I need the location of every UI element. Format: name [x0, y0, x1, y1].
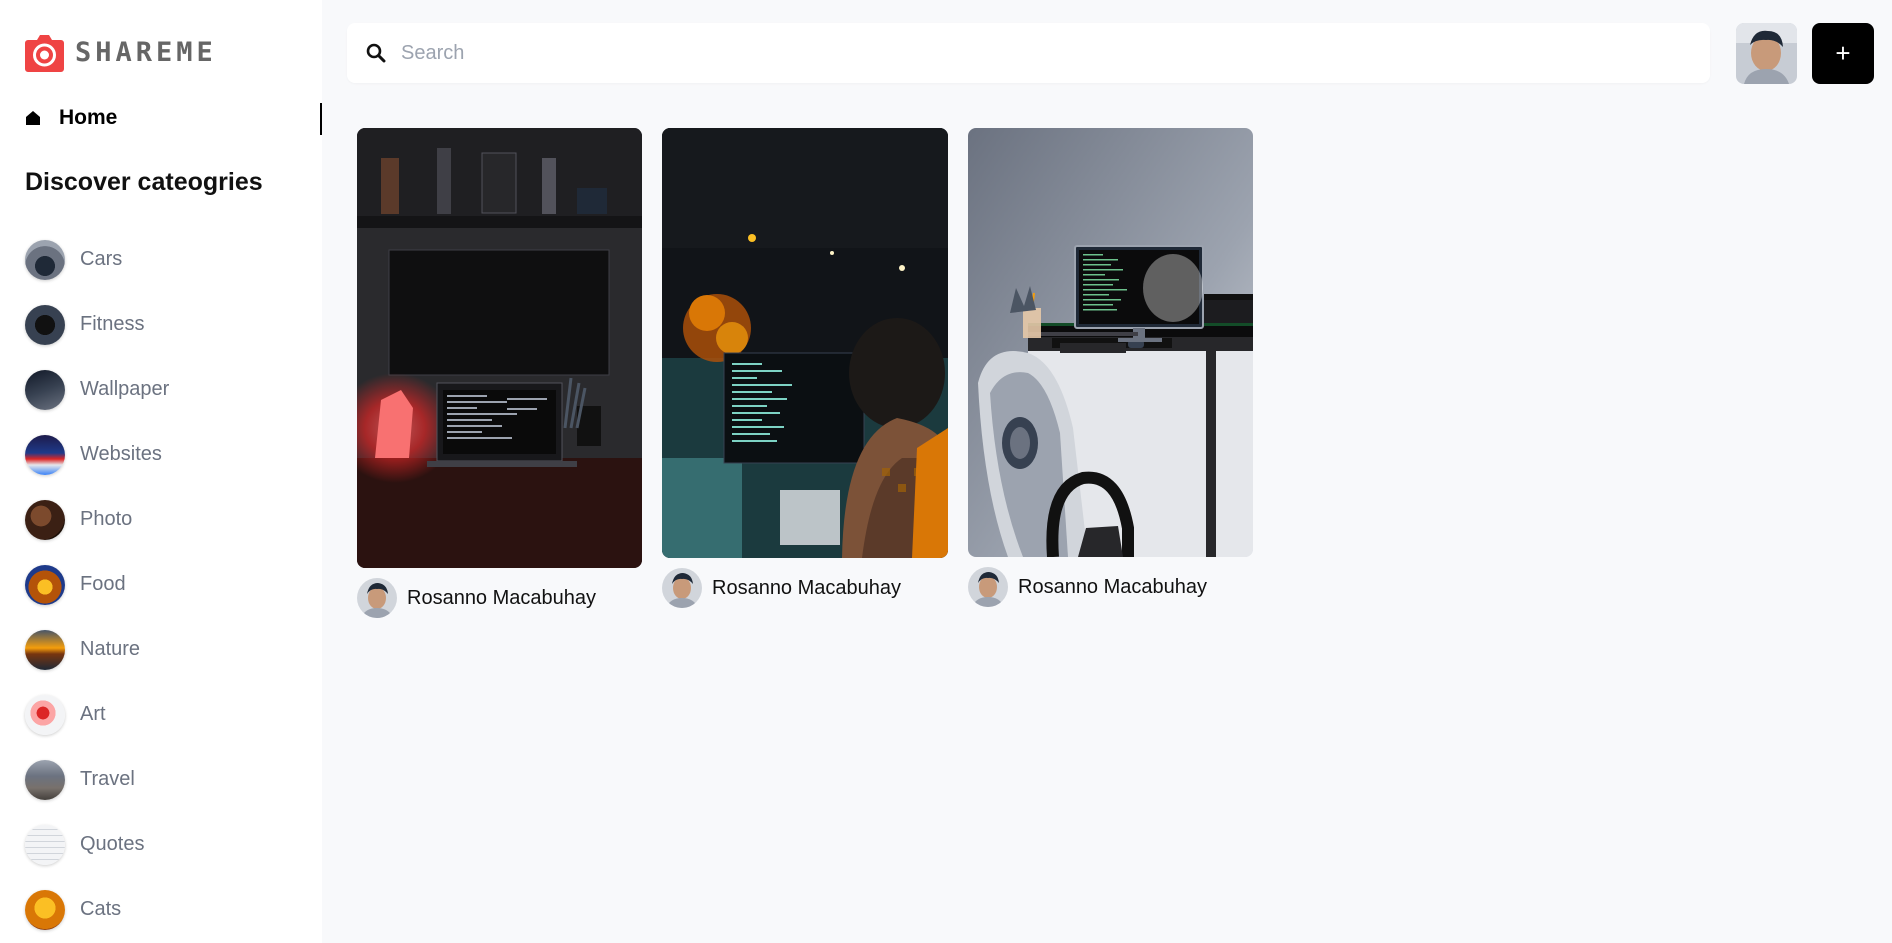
author-avatar — [357, 578, 397, 618]
home-icon — [24, 109, 42, 127]
category-thumbnail — [25, 239, 65, 280]
sidebar-item-websites[interactable]: Websites — [25, 422, 305, 487]
category-thumbnail — [25, 499, 65, 540]
category-thumbnail — [25, 759, 65, 800]
sidebar-item-label: Cats — [80, 898, 122, 920]
sidebar-item-quotes[interactable]: Quotes — [25, 812, 305, 877]
sidebar: SHAREME Home Discover cateogries Cars Fi… — [0, 0, 322, 943]
add-pin-button[interactable]: + — [1812, 23, 1874, 84]
author-name: Rosanno Macabuhay — [1018, 575, 1208, 598]
sidebar-item-label: Wallpaper — [80, 378, 170, 400]
pin-image[interactable] — [357, 128, 642, 568]
category-thumbnail — [25, 434, 65, 475]
sidebar-item-nature[interactable]: Nature — [25, 617, 305, 682]
pin-author[interactable]: Rosanno Macabuhay — [968, 567, 1253, 607]
sidebar-item-fitness[interactable]: Fitness — [25, 292, 305, 357]
sidebar-item-home[interactable]: Home — [24, 103, 322, 135]
brand-logo[interactable]: SHAREME — [24, 32, 217, 73]
author-avatar — [662, 568, 702, 608]
sidebar-item-wallpaper[interactable]: Wallpaper — [25, 357, 305, 422]
category-thumbnail — [25, 304, 65, 345]
category-thumbnail — [25, 824, 65, 865]
category-list: Cars Fitness Wallpaper Websites Photo Fo… — [25, 227, 305, 942]
author-name: Rosanno Macabuhay — [712, 576, 902, 599]
camera-icon — [24, 32, 65, 73]
plus-icon: + — [1835, 38, 1851, 68]
sidebar-item-food[interactable]: Food — [25, 552, 305, 617]
category-thumbnail — [25, 629, 65, 670]
search-input[interactable] — [401, 41, 1681, 65]
sidebar-item-label: Art — [80, 703, 106, 725]
category-thumbnail — [25, 694, 65, 735]
sidebar-item-label: Cars — [80, 248, 123, 270]
sidebar-item-cats[interactable]: Cats — [25, 877, 305, 942]
pin-image[interactable] — [662, 128, 948, 558]
sidebar-item-label: Quotes — [80, 833, 145, 855]
sidebar-item-label: Home — [59, 106, 118, 129]
pin-author[interactable]: Rosanno Macabuhay — [662, 568, 948, 608]
sidebar-item-label: Fitness — [80, 313, 145, 335]
user-avatar[interactable] — [1736, 23, 1797, 84]
sidebar-item-label: Travel — [80, 768, 135, 790]
category-thumbnail — [25, 564, 65, 605]
sidebar-item-photo[interactable]: Photo — [25, 487, 305, 552]
pin-card[interactable]: Rosanno Macabuhay — [662, 128, 948, 608]
brand-name: SHAREME — [75, 37, 217, 68]
pin-card[interactable]: Rosanno Macabuhay — [357, 128, 642, 618]
pin-author[interactable]: Rosanno Macabuhay — [357, 578, 642, 618]
search-bar[interactable] — [347, 23, 1710, 83]
sidebar-item-travel[interactable]: Travel — [25, 747, 305, 812]
sidebar-item-label: Nature — [80, 638, 141, 660]
sidebar-item-label: Food — [80, 573, 126, 595]
category-thumbnail — [25, 889, 65, 930]
sidebar-item-art[interactable]: Art — [25, 682, 305, 747]
pin-card[interactable]: Rosanno Macabuhay — [968, 128, 1253, 607]
author-avatar — [968, 567, 1008, 607]
category-thumbnail — [25, 369, 65, 410]
active-indicator — [320, 103, 322, 135]
section-title: Discover cateogries — [25, 168, 263, 196]
pin-image[interactable] — [968, 128, 1253, 557]
author-name: Rosanno Macabuhay — [407, 586, 597, 609]
sidebar-item-cars[interactable]: Cars — [25, 227, 305, 292]
sidebar-item-label: Photo — [80, 508, 133, 530]
search-icon — [365, 42, 387, 64]
sidebar-item-label: Websites — [80, 443, 162, 465]
